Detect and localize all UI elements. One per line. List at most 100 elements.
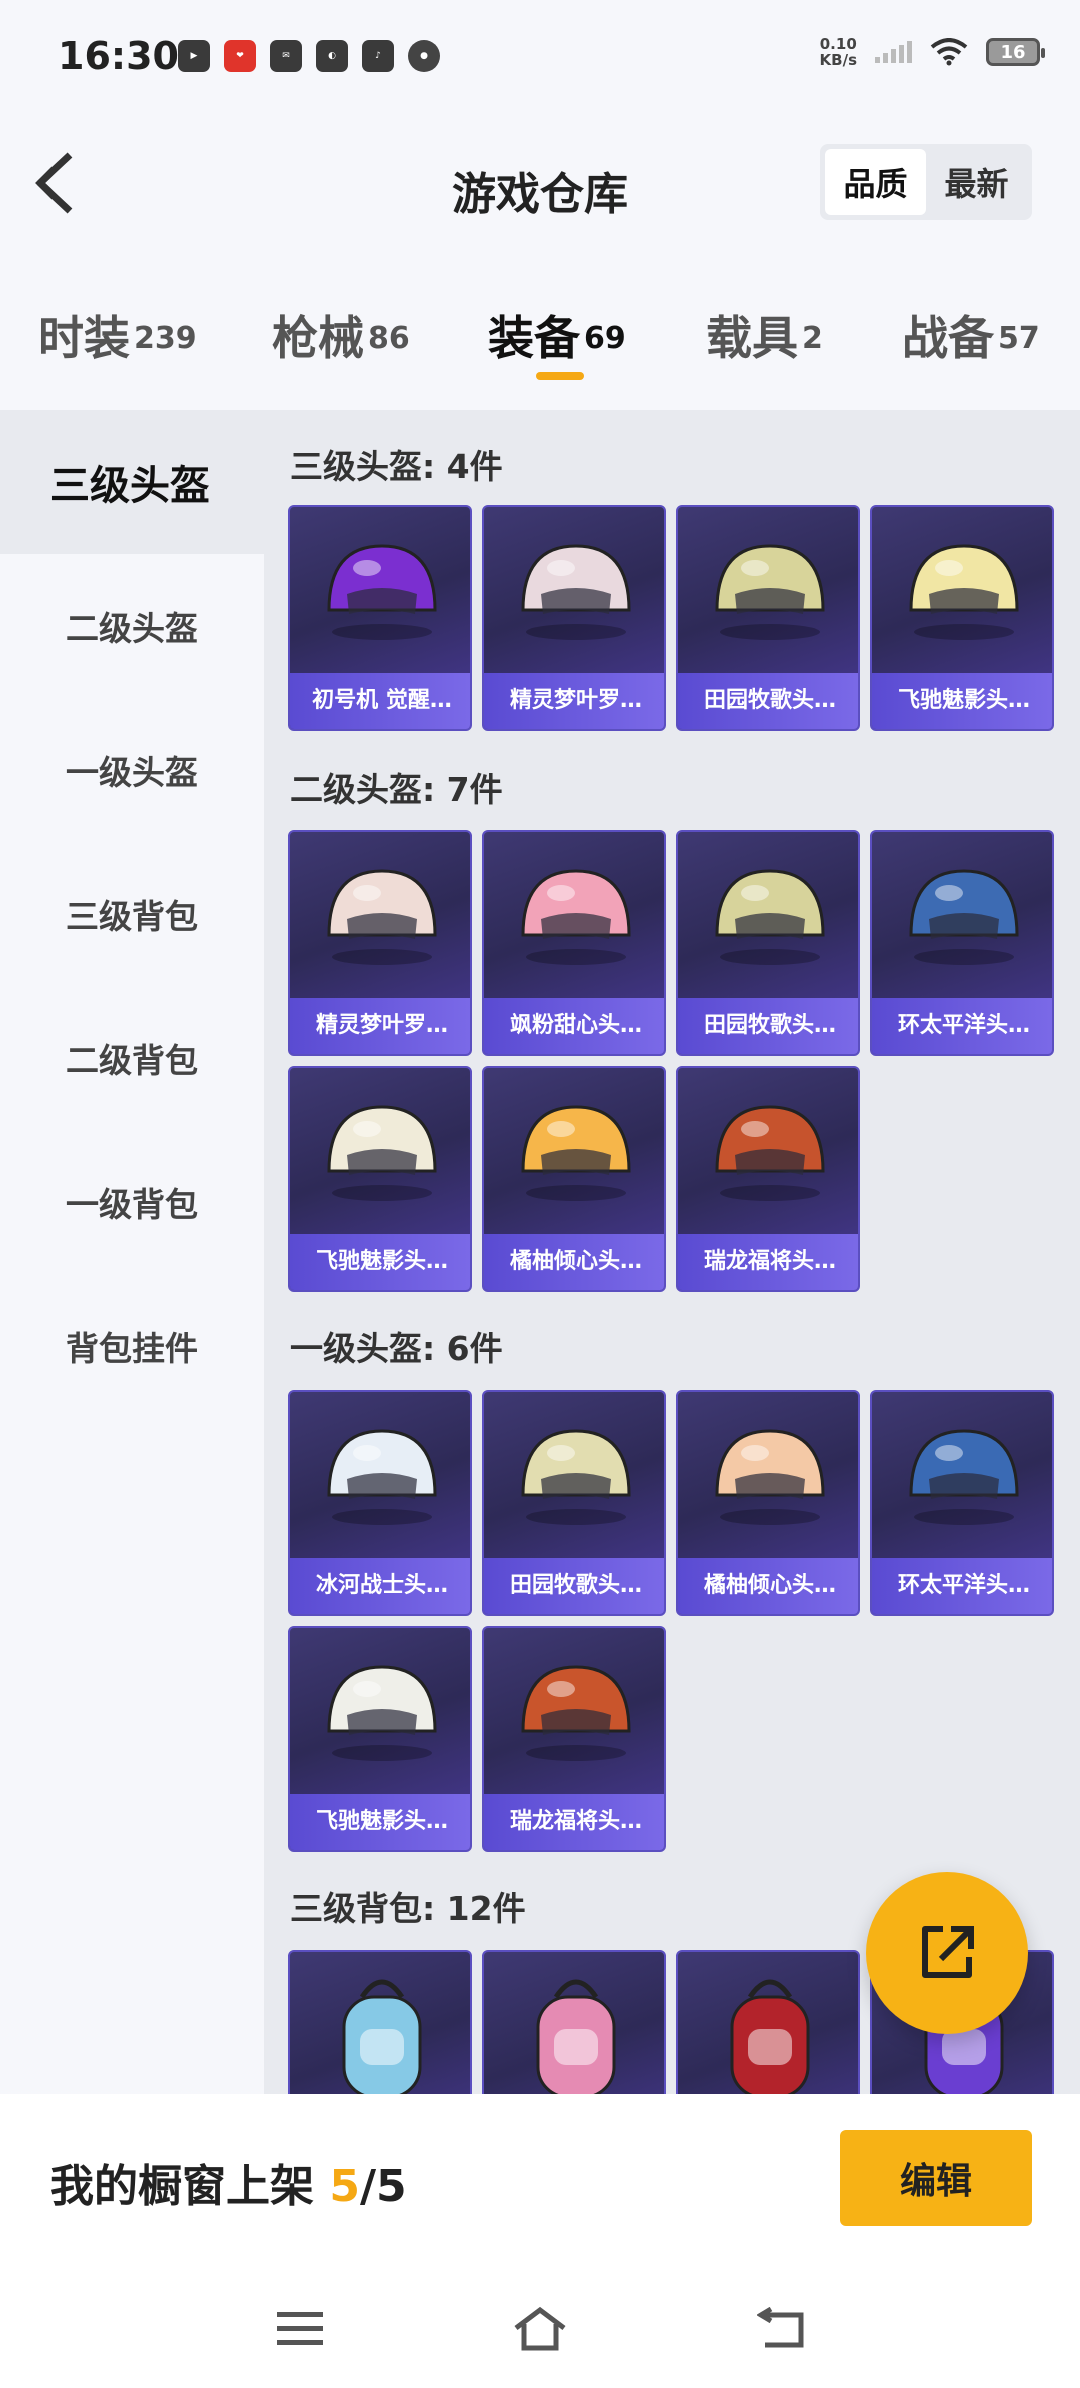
tab-label: 装备 bbox=[488, 311, 580, 365]
net-speed: 0.10 KB/s bbox=[820, 36, 857, 68]
item-name: 飞驰魅影头… bbox=[290, 1794, 470, 1850]
item-name: 冰河战士头… bbox=[290, 1558, 470, 1614]
pinduoduo-icon: ❤ bbox=[224, 40, 256, 72]
item-card[interactable]: 精灵梦叶罗… bbox=[482, 505, 666, 731]
youku-icon: ▶ bbox=[178, 40, 210, 72]
helmet-orange-icon bbox=[484, 1068, 664, 1238]
item-card[interactable] bbox=[482, 1950, 666, 2094]
tab-count: 86 bbox=[368, 320, 410, 356]
item-card[interactable]: 飒粉甜心头… bbox=[482, 830, 666, 1056]
home-icon bbox=[514, 2306, 566, 2351]
helmet-racer-icon bbox=[290, 1068, 470, 1238]
item-card[interactable]: 田园牧歌头… bbox=[482, 1390, 666, 1616]
showcase-status: 我的橱窗上架 5/5 bbox=[50, 2150, 407, 2214]
helmet-flower-icon bbox=[678, 832, 858, 1002]
share-button[interactable] bbox=[866, 1872, 1028, 2034]
wifi-icon bbox=[930, 38, 968, 66]
section-title: 三级背包: 12件 bbox=[290, 1889, 526, 1928]
tab-fashion[interactable]: 时装 239 bbox=[38, 302, 197, 368]
item-card[interactable]: 橘柚倾心头… bbox=[676, 1390, 860, 1616]
edit-button[interactable]: 编辑 bbox=[840, 2130, 1032, 2226]
back-icon bbox=[757, 2307, 804, 2348]
item-card[interactable]: 初号机 觉醒… bbox=[288, 505, 472, 731]
sort-newest-button[interactable]: 最新 bbox=[926, 149, 1027, 215]
helmet-flower-icon bbox=[678, 507, 858, 677]
item-card[interactable]: 飞驰魅影头… bbox=[288, 1066, 472, 1292]
showcase-current: 5 bbox=[329, 2161, 360, 2212]
item-card[interactable]: 田园牧歌头… bbox=[676, 830, 860, 1056]
helmet-blue-icon bbox=[872, 832, 1052, 1002]
home-button[interactable] bbox=[510, 2304, 570, 2354]
helmet-fairy-icon bbox=[290, 832, 470, 1002]
item-card[interactable]: 冰河战士头… bbox=[288, 1390, 472, 1616]
tab-guns[interactable]: 枪械 86 bbox=[272, 302, 410, 368]
net-speed-unit: KB/s bbox=[819, 51, 857, 69]
tab-count: 69 bbox=[584, 320, 626, 356]
mail-icon: ✉ bbox=[270, 40, 302, 72]
backpack-red-icon bbox=[678, 1952, 858, 2094]
item-name: 橘柚倾心头… bbox=[678, 1558, 858, 1614]
system-nav-bar bbox=[0, 2274, 1080, 2388]
sidebar-item-backpack-lv3[interactable]: 三级背包 bbox=[0, 842, 264, 986]
item-name: 田园牧歌头… bbox=[484, 1558, 664, 1614]
item-name: 瑞龙福将头… bbox=[484, 1794, 664, 1850]
item-name: 初号机 觉醒… bbox=[290, 673, 470, 729]
sort-quality-button[interactable]: 品质 bbox=[825, 149, 926, 215]
item-card[interactable]: 橘柚倾心头… bbox=[482, 1066, 666, 1292]
item-name: 飒粉甜心头… bbox=[484, 998, 664, 1054]
share-icon bbox=[922, 1926, 974, 1978]
tab-label: 战备 bbox=[902, 311, 994, 365]
item-card[interactable]: 精灵梦叶罗… bbox=[288, 830, 472, 1056]
tab-battle-gear[interactable]: 战备 57 bbox=[902, 302, 1040, 368]
backpack-fish-icon bbox=[290, 1952, 470, 2094]
status-time: 16:30 bbox=[58, 34, 179, 78]
item-name: 精灵梦叶罗… bbox=[290, 998, 470, 1054]
tab-vehicles[interactable]: 载具 2 bbox=[706, 302, 823, 368]
item-card[interactable] bbox=[288, 1950, 472, 2094]
sidebar-item-helmet-lv2[interactable]: 二级头盔 bbox=[0, 554, 264, 698]
baidu-maps-icon: ● bbox=[408, 40, 440, 72]
item-card[interactable]: 瑞龙福将头… bbox=[482, 1626, 666, 1852]
item-name: 田园牧歌头… bbox=[678, 673, 858, 729]
helmet-fairy-icon bbox=[484, 507, 664, 677]
item-card[interactable]: 飞驰魅影头… bbox=[288, 1626, 472, 1852]
item-card[interactable]: 田园牧歌头… bbox=[676, 505, 860, 731]
back-nav-button[interactable] bbox=[752, 2304, 812, 2354]
signal-icon bbox=[875, 41, 912, 63]
item-card[interactable]: 环太平洋头… bbox=[870, 830, 1054, 1056]
header: 游戏仓库 品质 最新 bbox=[0, 110, 1080, 260]
status-app-icons: ▶ ❤ ✉ ◐ ♪ ● bbox=[178, 40, 440, 72]
item-name: 瑞龙福将头… bbox=[678, 1234, 858, 1290]
helmet-ice-icon bbox=[290, 1392, 470, 1562]
item-name: 橘柚倾心头… bbox=[484, 1234, 664, 1290]
item-name: 精灵梦叶罗… bbox=[484, 673, 664, 729]
showcase-label: 我的橱窗上架 bbox=[50, 2161, 314, 2212]
tab-label: 载具 bbox=[706, 311, 798, 365]
helmet-blue-icon bbox=[872, 1392, 1052, 1562]
section-title: 三级头盔: 4件 bbox=[290, 447, 503, 486]
item-card[interactable]: 瑞龙福将头… bbox=[676, 1066, 860, 1292]
sidebar-item-backpack-lv1[interactable]: 一级背包 bbox=[0, 1130, 264, 1274]
helmet-racer-icon bbox=[872, 507, 1052, 677]
sidebar-item-helmet-lv1[interactable]: 一级头盔 bbox=[0, 698, 264, 842]
sidebar-item-backpack-charm[interactable]: 背包挂件 bbox=[0, 1274, 264, 1418]
sidebar: 三级头盔 二级头盔 一级头盔 三级背包 二级背包 一级背包 背包挂件 bbox=[0, 410, 264, 2094]
backpack-pink-icon bbox=[484, 1952, 664, 2094]
showcase-bar: 我的橱窗上架 5/5 编辑 bbox=[0, 2094, 1080, 2274]
battery-icon: 16 bbox=[986, 38, 1045, 66]
tab-label: 枪械 bbox=[272, 311, 364, 365]
showcase-separator: / bbox=[359, 2161, 377, 2212]
sidebar-item-backpack-lv2[interactable]: 二级背包 bbox=[0, 986, 264, 1130]
item-card[interactable]: 环太平洋头… bbox=[870, 1390, 1054, 1616]
item-card[interactable] bbox=[676, 1950, 860, 2094]
tab-equipment[interactable]: 装备 69 bbox=[488, 302, 626, 368]
section-title: 二级头盔: 7件 bbox=[290, 770, 503, 809]
sidebar-item-helmet-lv3[interactable]: 三级头盔 bbox=[0, 410, 264, 554]
helmet-flower-icon bbox=[484, 1392, 664, 1562]
menu-button[interactable] bbox=[270, 2304, 330, 2354]
item-name: 环太平洋头… bbox=[872, 998, 1052, 1054]
active-tab-indicator bbox=[536, 372, 584, 380]
helmet-racer-icon bbox=[290, 1628, 470, 1798]
helmet-purple-icon bbox=[290, 507, 470, 677]
item-card[interactable]: 飞驰魅影头… bbox=[870, 505, 1054, 731]
